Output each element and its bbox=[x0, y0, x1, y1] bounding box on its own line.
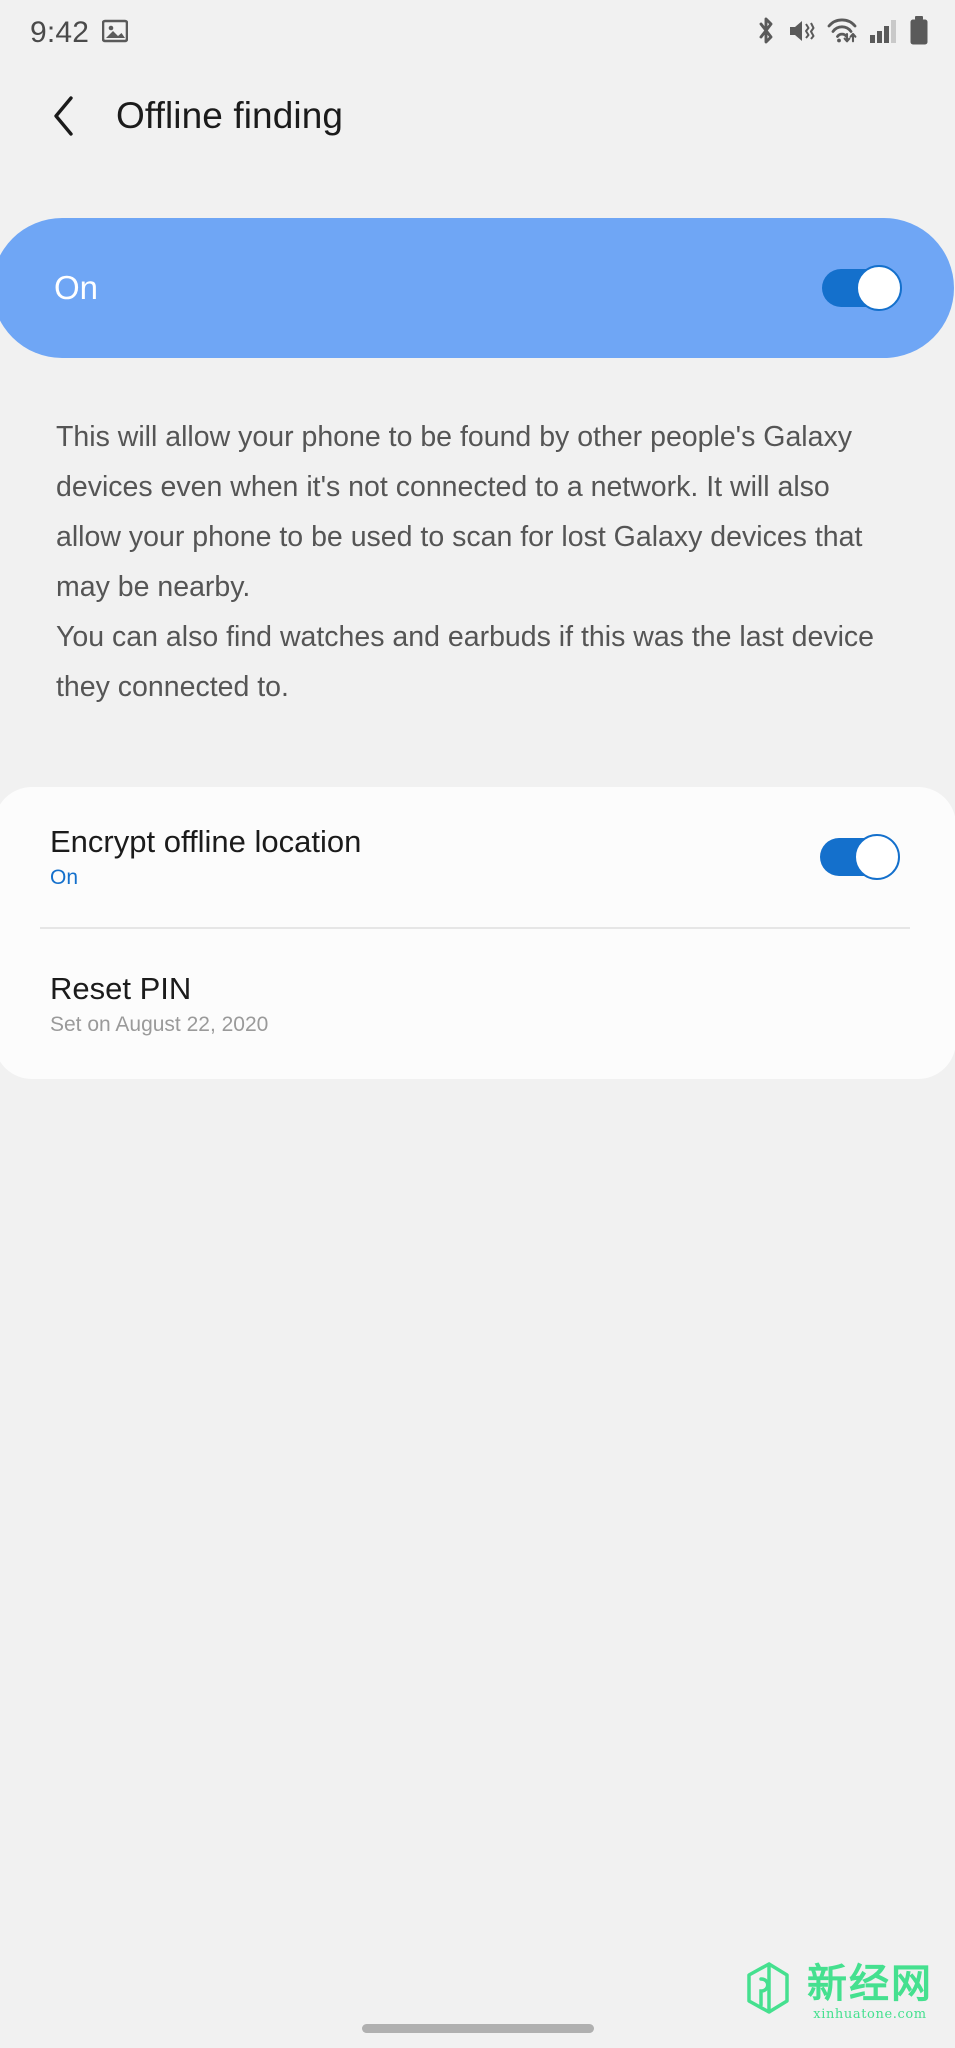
watermark-brand: 新经网 bbox=[807, 1964, 933, 2004]
phone-screen: 9:42 bbox=[0, 0, 955, 2048]
battery-full-icon bbox=[909, 16, 929, 51]
toggle-knob bbox=[854, 834, 900, 880]
settings-card: Encrypt offline location On Reset PIN Se… bbox=[0, 787, 955, 1079]
status-bar-left: 9:42 bbox=[30, 18, 128, 48]
encrypt-offline-location-toggle[interactable] bbox=[820, 834, 900, 880]
feature-description: This will allow your phone to be found b… bbox=[56, 412, 896, 712]
back-button[interactable] bbox=[46, 94, 82, 138]
page-header: Offline finding bbox=[0, 66, 955, 166]
bluetooth-icon bbox=[755, 16, 777, 51]
mute-vibrate-icon bbox=[787, 17, 817, 50]
page-title: Offline finding bbox=[116, 95, 343, 137]
row-text-group: Encrypt offline location On bbox=[50, 825, 361, 889]
master-switch-label: On bbox=[54, 269, 98, 307]
watermark-url: xinhuatone.com bbox=[813, 2007, 926, 2022]
setting-subtitle: On bbox=[50, 866, 361, 889]
setting-title: Reset PIN bbox=[50, 972, 268, 1006]
status-bar-right bbox=[755, 16, 929, 51]
setting-row-reset-pin[interactable]: Reset PIN Set on August 22, 2020 bbox=[0, 929, 955, 1079]
toggle-knob bbox=[856, 265, 902, 311]
chevron-left-icon bbox=[51, 95, 77, 137]
image-icon bbox=[102, 19, 128, 48]
home-gesture-pill[interactable] bbox=[362, 2024, 594, 2033]
status-bar-clock: 9:42 bbox=[30, 18, 89, 48]
site-watermark: 新经网 xinhuatone.com bbox=[739, 1959, 933, 2022]
watermark-logo-icon bbox=[739, 1959, 797, 2022]
wifi-icon bbox=[827, 17, 859, 50]
watermark-text-group: 新经网 xinhuatone.com bbox=[807, 1964, 933, 2022]
master-switch-toggle[interactable] bbox=[822, 265, 902, 311]
cellular-signal-icon bbox=[869, 18, 899, 49]
row-text-group: Reset PIN Set on August 22, 2020 bbox=[50, 972, 268, 1036]
setting-row-encrypt-offline-location[interactable]: Encrypt offline location On bbox=[0, 787, 955, 927]
status-bar: 9:42 bbox=[0, 0, 955, 66]
setting-subtitle: Set on August 22, 2020 bbox=[50, 1013, 268, 1036]
master-switch-banner[interactable]: On bbox=[0, 218, 954, 358]
setting-title: Encrypt offline location bbox=[50, 825, 361, 859]
